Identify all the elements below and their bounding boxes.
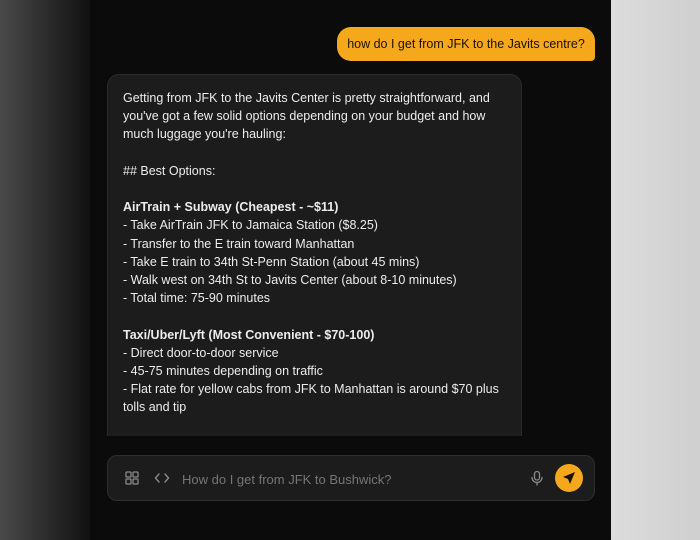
prompt-input[interactable]	[182, 468, 512, 490]
option-item: tolls and tip	[123, 400, 187, 415]
intro-line: Getting from JFK to the Javits Center is…	[123, 91, 490, 105]
composer-bar	[107, 455, 595, 501]
send-button[interactable]	[555, 464, 583, 492]
code-icon[interactable]	[153, 469, 171, 487]
right-edge-background	[611, 0, 700, 540]
option-title: AirTrain + Subway (Cheapest - ~$11)	[123, 200, 339, 215]
option-item: - Take AirTrain JFK to Jamaica Station (…	[123, 218, 378, 233]
option-item: - Walk west on 34th St to Javits Center …	[123, 273, 457, 287]
option-item: - Flat rate for yellow cabs from JFK to …	[123, 382, 499, 397]
option-item: - Direct door-to-door service	[123, 345, 279, 360]
option-title: Taxi/Uber/Lyft (Most Convenient - $70-10…	[123, 327, 375, 342]
assistant-message-bubble: Getting from JFK to the Javits Center is…	[107, 74, 522, 436]
intro-line: much luggage you're hauling:	[123, 127, 286, 142]
user-message-bubble: how do I get from JFK to the Javits cent…	[337, 27, 595, 61]
option-item: - Take E train to 34th St-Penn Station (…	[123, 254, 420, 269]
left-edge-background	[0, 0, 90, 540]
grid-icon[interactable]	[123, 469, 141, 487]
option-item: - Transfer to the E train toward Manhatt…	[123, 236, 355, 251]
intro-line: you've got a few solid options depending…	[123, 109, 486, 124]
microphone-icon[interactable]	[528, 469, 546, 487]
option-item: - Total time: 75-90 minutes	[123, 291, 271, 306]
send-icon	[563, 472, 575, 484]
option-item: - 45-75 minutes depending on traffic	[123, 364, 323, 378]
section-heading: ## Best Options:	[123, 163, 216, 178]
